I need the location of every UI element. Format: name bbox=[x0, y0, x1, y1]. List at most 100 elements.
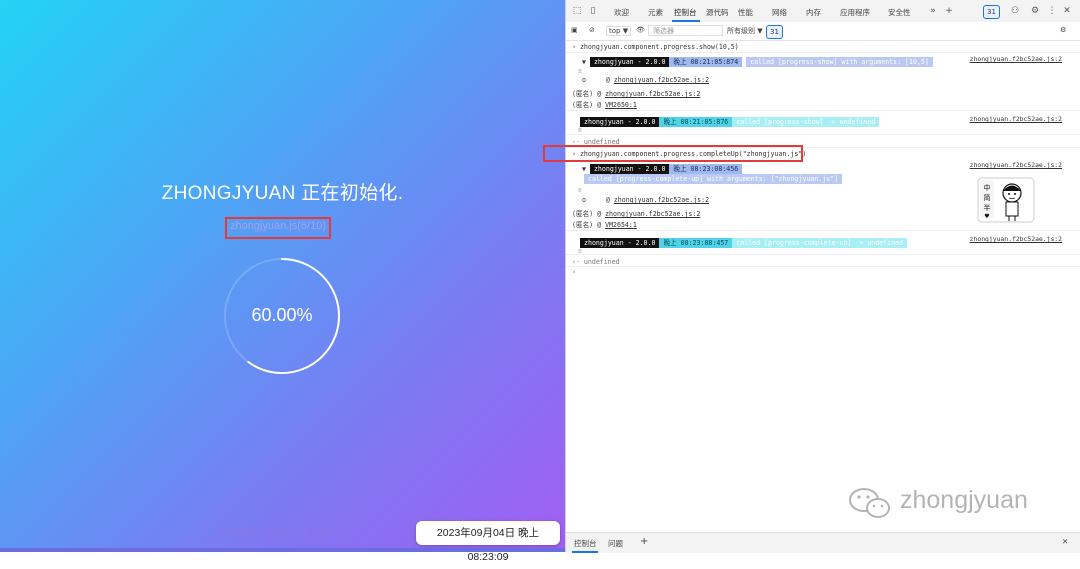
log-time: 晚上 08:23:08:456 bbox=[669, 164, 743, 174]
stack-link[interactable]: zhongjyuan.f2bc52ae.js:2 bbox=[605, 90, 700, 98]
stack-link[interactable]: zhongjyuan.f2bc52ae.js:2 bbox=[614, 196, 709, 204]
stack-frame: (匿名) @ VM2650:1 bbox=[572, 101, 637, 109]
datetime-tooltip: 2023年09月04日 晚上 08:23:09 bbox=[416, 521, 560, 563]
connection-icon[interactable]: ⚇ bbox=[1010, 6, 1020, 16]
console-toolbar: ▣ ⊘ top ▼ 👁 筛选器 所有级别 ▼ 31 ⚙ bbox=[566, 22, 1080, 41]
app-loading-screen: ZHONGJYUAN 正在初始化. zhongjyuan.js(6/10) 60… bbox=[0, 0, 565, 552]
clear-console-icon[interactable]: ⊘ bbox=[589, 26, 595, 34]
sidebar-toggle-icon[interactable]: ▣ bbox=[571, 26, 578, 34]
issues-badge[interactable]: 31 bbox=[983, 5, 1000, 19]
divider bbox=[566, 266, 1080, 267]
console-result: ‹· undefined bbox=[572, 258, 620, 266]
more-options-icon[interactable]: ⋮ bbox=[1047, 6, 1057, 16]
message-count: 31 bbox=[770, 28, 779, 36]
tab-memory[interactable]: 内存 bbox=[806, 7, 821, 18]
log-time: 晚上 08:23:08:457 bbox=[659, 238, 733, 248]
divider bbox=[566, 52, 1080, 53]
log-tag: zhongjyuan - 2.0.0 bbox=[580, 117, 660, 127]
close-icon[interactable]: ✕ bbox=[1062, 6, 1072, 16]
sticker-text-3: 半 bbox=[984, 203, 991, 212]
more-tabs-icon[interactable]: » bbox=[928, 6, 938, 16]
stack-link[interactable]: zhongjyuan.f2bc52ae.js:2 bbox=[605, 210, 700, 218]
stack-link[interactable]: VM2654:1 bbox=[605, 221, 637, 229]
highlight-box bbox=[543, 145, 803, 162]
result-value: undefined bbox=[583, 258, 620, 266]
divider bbox=[566, 254, 1080, 255]
log-tag: zhongjyuan - 2.0.0 bbox=[589, 164, 670, 174]
add-drawer-tab-icon[interactable]: + bbox=[640, 536, 648, 547]
watermark-text: zhongjyuan bbox=[900, 486, 1028, 514]
stack-frame: o @ zhongjyuan.f2bc52ae.js:2 bbox=[582, 196, 710, 204]
source-link[interactable]: zhongjyuan.f2bc52ae.js:2 bbox=[970, 115, 1062, 123]
loading-file-label: zhongjyuan.js(6/10) bbox=[229, 220, 326, 232]
inspect-icon[interactable]: ⬚ bbox=[572, 6, 582, 16]
devtools-tab-bar: ⬚ ▯ 欢迎 元素 控制台 源代码 性能 网络 内存 应用程序 安全性 » + … bbox=[566, 0, 1080, 23]
collapse-marker: ≡ bbox=[578, 67, 582, 75]
log-message: called [progress-show] with arguments: [… bbox=[746, 57, 933, 67]
tab-application[interactable]: 应用程序 bbox=[840, 7, 870, 18]
stack-frame: o @ zhongjyuan.f2bc52ae.js:2 bbox=[582, 76, 710, 84]
log-time: 晚上 08:21:05:874 bbox=[669, 57, 743, 67]
sticker-text-2: 简 bbox=[984, 193, 991, 202]
settings-icon[interactable]: ⚙ bbox=[1030, 6, 1040, 16]
console-log-entry[interactable]: zhongjyuan - 2.0.0 晚上 08:21:05:876 called … bbox=[580, 116, 880, 127]
drawer-active-indicator bbox=[572, 551, 598, 553]
stack-frame: (匿名) @ zhongjyuan.f2bc52ae.js:2 bbox=[572, 90, 701, 98]
context-select-value: top bbox=[609, 27, 621, 35]
devtools-panel: ⬚ ▯ 欢迎 元素 控制台 源代码 性能 网络 内存 应用程序 安全性 » + … bbox=[565, 0, 1080, 553]
divider bbox=[566, 134, 1080, 135]
log-level-select[interactable]: 所有级别 ▼ bbox=[727, 26, 763, 36]
console-command: zhongjyuan.component.progress.show(10,5) bbox=[579, 43, 739, 51]
live-expression-icon[interactable]: 👁 bbox=[636, 26, 645, 34]
log-tag: zhongjyuan - 2.0.0 bbox=[589, 57, 670, 67]
tab-elements[interactable]: 元素 bbox=[648, 7, 663, 18]
drawer-tab-console[interactable]: 控制台 bbox=[574, 538, 597, 549]
tab-network[interactable]: 网络 bbox=[772, 7, 787, 18]
tab-welcome[interactable]: 欢迎 bbox=[614, 7, 629, 18]
console-settings-icon[interactable]: ⚙ bbox=[1060, 26, 1066, 34]
log-tag: zhongjyuan - 2.0.0 bbox=[580, 238, 660, 248]
source-link[interactable]: zhongjyuan.f2bc52ae.js:2 bbox=[970, 55, 1062, 63]
console-log-entry[interactable]: ▼ zhongjyuan - 2.0.0 晚上 08:23:08:456 bbox=[582, 163, 743, 174]
source-link[interactable]: zhongjyuan.f2bc52ae.js:2 bbox=[970, 235, 1062, 243]
log-time: 晚上 08:21:05:876 bbox=[659, 117, 733, 127]
device-toggle-icon[interactable]: ▯ bbox=[588, 6, 598, 16]
stack-link[interactable]: zhongjyuan.f2bc52ae.js:2 bbox=[614, 76, 709, 84]
console-log-entry[interactable]: ▼ zhongjyuan - 2.0.0 晚上 08:21:05:874 call… bbox=[582, 56, 933, 67]
heart-icon: ♥ bbox=[984, 213, 989, 220]
tab-sources[interactable]: 源代码 bbox=[706, 7, 729, 18]
footer-note: 请不要刷新 · 加载完成后自动进入 · © bbox=[215, 529, 351, 538]
tab-console[interactable]: 控制台 bbox=[674, 7, 697, 18]
log-message: called [progress-complete-up] with argum… bbox=[584, 174, 843, 184]
issues-badge-count: 31 bbox=[987, 8, 996, 16]
stack-link[interactable]: VM2650:1 bbox=[605, 101, 637, 109]
divider bbox=[566, 110, 1080, 111]
console-input-line[interactable]: › zhongjyuan.component.progress.show(10,… bbox=[572, 43, 739, 51]
log-message: called [progress-complete-up] -> undefin… bbox=[732, 238, 907, 248]
wechat-icon bbox=[849, 488, 890, 518]
collapse-marker: ≡ bbox=[578, 186, 582, 194]
log-level-value: 所有级别 bbox=[727, 27, 755, 35]
divider bbox=[566, 230, 1080, 231]
context-select[interactable]: top ▼ bbox=[606, 26, 632, 36]
console-log-message-line: called [progress-complete-up] with argum… bbox=[584, 174, 843, 184]
stack-frame: (匿名) @ zhongjyuan.f2bc52ae.js:2 bbox=[572, 210, 701, 218]
log-message: called [progress-show] -> undefined bbox=[732, 117, 880, 127]
sticker-text-1: 中 bbox=[984, 183, 991, 192]
wechat-watermark: zhongjyuan bbox=[848, 484, 1078, 524]
message-count-badge[interactable]: 31 bbox=[766, 25, 783, 39]
drawer-tab-bar: 控制台 问题 + ✕ bbox=[566, 532, 1080, 553]
progress-percent: 60.00% bbox=[251, 305, 313, 325]
close-drawer-icon[interactable]: ✕ bbox=[1062, 537, 1068, 546]
add-tab-icon[interactable]: + bbox=[944, 6, 954, 16]
console-prompt[interactable]: › bbox=[572, 268, 576, 276]
collapse-marker: ≡ bbox=[578, 126, 582, 134]
tab-performance[interactable]: 性能 bbox=[738, 7, 753, 18]
console-log-entry[interactable]: zhongjyuan - 2.0.0 晚上 08:23:08:457 called … bbox=[580, 237, 907, 248]
source-link[interactable]: zhongjyuan.f2bc52ae.js:2 bbox=[970, 161, 1062, 169]
cartoon-sticker-image: 中 简 半 ♥ bbox=[977, 177, 1035, 223]
tab-security[interactable]: 安全性 bbox=[888, 7, 911, 18]
loading-title: ZHONGJYUAN 正在初始化. bbox=[161, 183, 404, 204]
filter-input[interactable]: 筛选器 bbox=[648, 25, 723, 36]
drawer-tab-issues[interactable]: 问题 bbox=[608, 538, 623, 549]
